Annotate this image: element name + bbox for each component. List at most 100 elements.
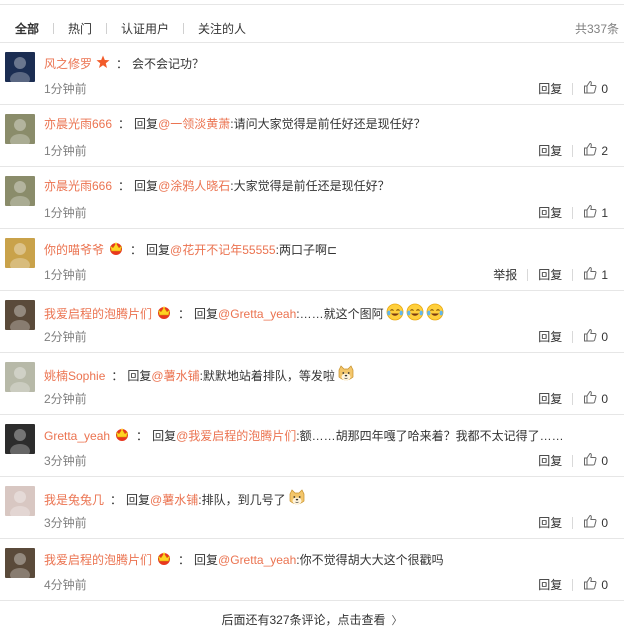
tab-hot[interactable]: 热门 bbox=[68, 20, 92, 37]
comment-actions: 回复 0 bbox=[538, 80, 608, 97]
crown-icon bbox=[156, 305, 172, 322]
chevron-right-icon: 〉 bbox=[391, 614, 403, 627]
view-more-label: 后面还有327条评论，点击查看 bbox=[221, 613, 386, 627]
separator-colon: ： bbox=[178, 552, 191, 567]
mention-link[interactable]: @花开不记年55555 bbox=[170, 243, 276, 257]
mention-link[interactable]: @涂鸦人晓石 bbox=[158, 179, 230, 193]
reply-button[interactable]: 回复 bbox=[538, 204, 562, 221]
mention-link[interactable]: @我爱启程的泡腾片们 bbox=[176, 429, 296, 443]
username-link[interactable]: 亦晨光雨666 bbox=[44, 117, 112, 131]
comment-actions: 举报 回复 1 bbox=[493, 266, 608, 283]
like-button[interactable]: 0 bbox=[583, 390, 608, 407]
separator-colon: ： bbox=[110, 492, 123, 507]
mention-link[interactable]: @一领淡黄萧 bbox=[158, 117, 230, 131]
comment-actions: 回复 0 bbox=[538, 576, 608, 593]
doge-emoji bbox=[337, 365, 355, 386]
thumbs-up-icon bbox=[583, 80, 597, 97]
action-divider bbox=[572, 330, 574, 343]
username-link[interactable]: 我爱启程的泡腾片们 bbox=[44, 307, 152, 321]
comment-text: 风之修罗 ：会不会记功？ bbox=[44, 55, 614, 72]
separator-colon: ： bbox=[118, 117, 131, 131]
comment-time: 2分钟前 bbox=[44, 330, 87, 344]
separator-colon: ： bbox=[118, 179, 131, 193]
mention-link[interactable]: @Gretta_yeah bbox=[218, 553, 296, 567]
reply-button[interactable]: 回复 bbox=[538, 576, 562, 593]
username-link[interactable]: 姚楠Sophie bbox=[44, 369, 105, 383]
like-button[interactable]: 0 bbox=[583, 576, 608, 593]
avatar[interactable] bbox=[5, 114, 35, 144]
username-link[interactable]: 我爱启程的泡腾片们 bbox=[44, 553, 152, 567]
mention-link[interactable]: @薯水铺 bbox=[151, 369, 199, 383]
separator-colon: ： bbox=[111, 368, 124, 383]
username-link[interactable]: 我是兔兔几 bbox=[44, 493, 104, 507]
crown-icon bbox=[156, 551, 172, 568]
reply-prefix: 回复 bbox=[194, 552, 219, 567]
comment-body: :请问大家觉得是前任好还是现任好？ bbox=[230, 117, 426, 131]
like-button[interactable]: 1 bbox=[583, 266, 608, 283]
avatar[interactable] bbox=[5, 176, 35, 206]
comment-actions: 回复 0 bbox=[538, 328, 608, 345]
reply-button[interactable]: 回复 bbox=[538, 328, 562, 345]
thumbs-up-icon bbox=[583, 514, 597, 531]
like-count: 0 bbox=[601, 329, 608, 344]
tab-following[interactable]: 关注的人 bbox=[198, 20, 246, 37]
doge-emoji bbox=[288, 489, 306, 510]
view-more-comments-link[interactable]: 后面还有327条评论，点击查看 〉 bbox=[221, 611, 402, 628]
reply-prefix: 回复 bbox=[152, 428, 177, 443]
like-button[interactable]: 1 bbox=[583, 204, 608, 221]
comment-item: 风之修罗 ：会不会记功？ 1分钟前 回复 0 bbox=[0, 42, 624, 104]
crown-icon bbox=[114, 427, 130, 444]
comment-item: 亦晨光雨666：回复 @涂鸦人晓石:大家觉得是前任还是现任好？ 1分钟前 回复 1 bbox=[0, 166, 624, 228]
like-button[interactable]: 0 bbox=[583, 452, 608, 469]
report-button[interactable]: 举报 bbox=[493, 266, 517, 283]
thumbs-up-icon bbox=[583, 266, 597, 283]
reply-button[interactable]: 回复 bbox=[538, 80, 562, 97]
comment-text: 姚楠Sophie ：回复 @薯水铺:默默地站着排队，等发啦 bbox=[44, 365, 614, 386]
avatar[interactable] bbox=[5, 52, 35, 82]
mention-link[interactable]: @Gretta_yeah bbox=[218, 307, 296, 321]
avatar[interactable] bbox=[5, 486, 35, 516]
username-link[interactable]: 亦晨光雨666 bbox=[44, 179, 112, 193]
avatar[interactable] bbox=[5, 362, 35, 392]
like-button[interactable]: 0 bbox=[583, 328, 608, 345]
comment-time: 1分钟前 bbox=[44, 206, 87, 220]
reply-button[interactable]: 回复 bbox=[538, 452, 562, 469]
comment-body: :额……胡那四年嘎了哈来着？我都不太记得了…… bbox=[296, 428, 564, 443]
like-button[interactable]: 2 bbox=[583, 142, 608, 159]
like-button[interactable]: 0 bbox=[583, 514, 608, 531]
comment-text: Gretta_yeah ：回复 @我爱启程的泡腾片们:额……胡那四年嘎了哈来着？我都… bbox=[44, 427, 614, 444]
avatar[interactable] bbox=[5, 548, 35, 578]
tab-verified[interactable]: 认证用户 bbox=[121, 20, 169, 37]
tab-divider bbox=[53, 23, 55, 34]
action-divider bbox=[572, 516, 574, 529]
comment-time: 2分钟前 bbox=[44, 392, 87, 406]
username-link[interactable]: Gretta_yeah bbox=[44, 429, 110, 443]
like-button[interactable]: 0 bbox=[583, 80, 608, 97]
reply-button[interactable]: 回复 bbox=[538, 514, 562, 531]
tab-divider bbox=[106, 23, 108, 34]
comment-text: 你的喵爷爷 ：回复 @花开不记年55555:两口子啊⊏ bbox=[44, 241, 614, 258]
laugh-cry-emoji bbox=[406, 303, 424, 324]
filter-tabs: 全部 热门 认证用户 关注的人 bbox=[15, 20, 246, 37]
action-divider bbox=[572, 578, 574, 591]
tab-all[interactable]: 全部 bbox=[15, 20, 39, 37]
avatar[interactable] bbox=[5, 300, 35, 330]
laugh-cry-emoji bbox=[386, 303, 404, 324]
username-link[interactable]: 风之修罗 bbox=[44, 57, 92, 71]
reply-button[interactable]: 回复 bbox=[538, 390, 562, 407]
reply-button[interactable]: 回复 bbox=[538, 266, 562, 283]
reply-prefix: 回复 bbox=[126, 492, 151, 507]
action-divider bbox=[572, 392, 574, 405]
comment-list: 风之修罗：会不会记功？ 1分钟前 回复 0 亦晨光雨666：回复 @一领淡黄萧:请问大家觉… bbox=[0, 42, 624, 600]
avatar[interactable] bbox=[5, 424, 35, 454]
reply-button[interactable]: 回复 bbox=[538, 142, 562, 159]
comment-text: 我是兔兔几 ：回复 @薯水铺:排队，到几号了 bbox=[44, 489, 614, 510]
thumbs-up-icon bbox=[583, 204, 597, 221]
thumbs-up-icon bbox=[583, 576, 597, 593]
avatar[interactable] bbox=[5, 238, 35, 268]
comment-text: 我爱启程的泡腾片们 ：回复 @Gretta_yeah:你不觉得胡大大这个很戳吗 bbox=[44, 551, 614, 568]
comment-actions: 回复 2 bbox=[538, 142, 608, 159]
mention-link[interactable]: @薯水铺 bbox=[150, 493, 198, 507]
thumbs-up-icon bbox=[583, 390, 597, 407]
username-link[interactable]: 你的喵爷爷 bbox=[44, 243, 104, 257]
